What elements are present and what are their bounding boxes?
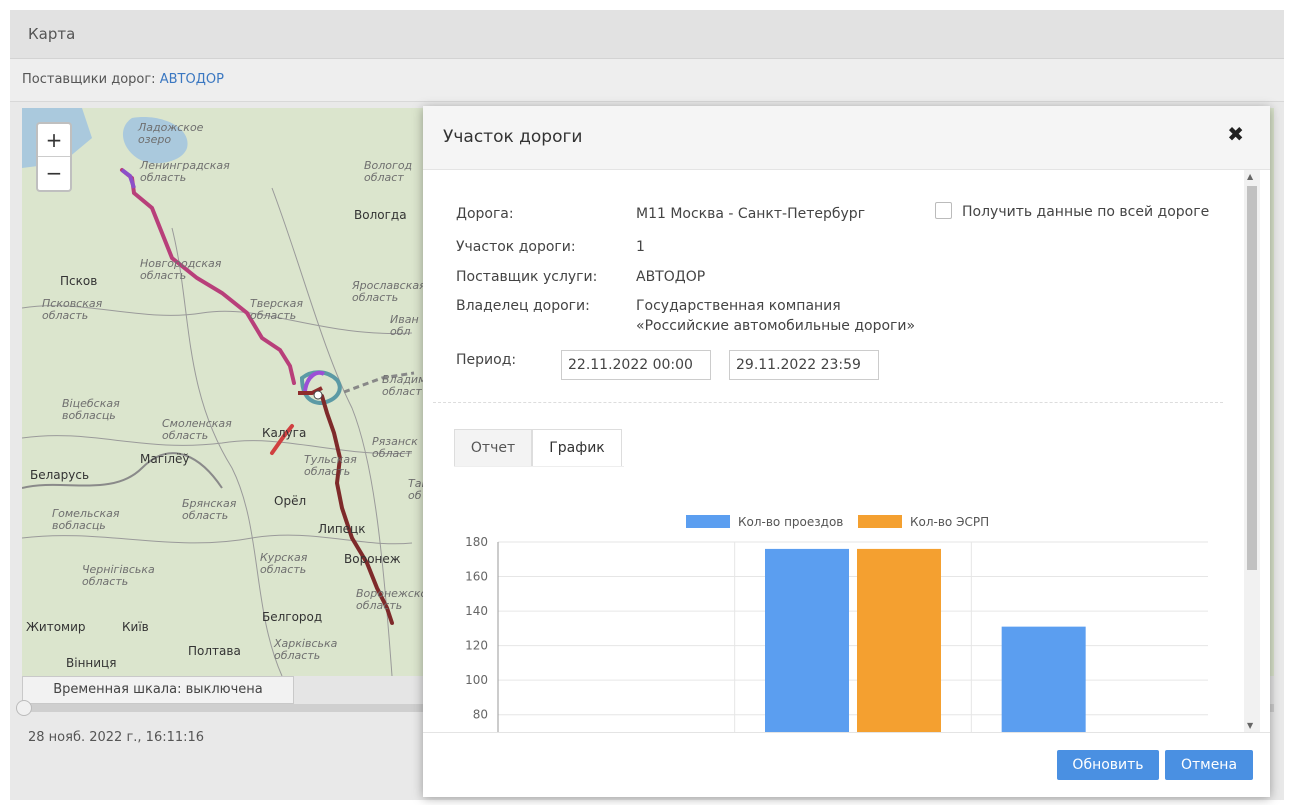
tab-underline <box>454 466 624 467</box>
map-label-ryazan: Рязанск област <box>372 435 418 460</box>
legend-swatch-esrp <box>858 515 902 528</box>
y-tick-label: 140 <box>465 604 488 618</box>
moscow-marker <box>313 390 323 400</box>
bar <box>1001 626 1086 732</box>
road-label: Дорога: <box>456 206 514 222</box>
whole-road-checkbox[interactable] <box>935 202 952 219</box>
cancel-button[interactable]: Отмена <box>1165 750 1253 780</box>
map-city-pskov: Псков <box>60 274 98 288</box>
divider <box>433 402 1223 403</box>
period-label: Период: <box>456 352 517 368</box>
whole-road-checkbox-row[interactable]: Получить данные по всей дороге <box>935 202 1209 220</box>
map-timestamp: 28 нояб. 2022 г., 16:11:16 <box>28 730 205 745</box>
period-from-input[interactable] <box>561 350 711 380</box>
map-city-kiev: Київ <box>122 620 149 634</box>
modal-scrollbar[interactable]: ▲ ▼ <box>1244 170 1260 732</box>
map-city-kaluga: Калуга <box>262 426 307 440</box>
map-city-orel: Орёл <box>274 494 307 508</box>
map-city-vinnitsa: Вінниця <box>66 656 117 670</box>
map-city-voronezh: Воронеж <box>344 552 401 566</box>
y-tick-label: 160 <box>465 570 488 584</box>
map-city-belgorod: Белгород <box>262 610 323 624</box>
tab-report[interactable]: Отчет <box>454 429 532 467</box>
map-label-novgorod-obl: Новгородская область <box>140 257 222 282</box>
legend-label-trips: Кол-во проездов <box>738 515 844 529</box>
providers-label: Поставщики дорог: АВТОДОР <box>22 72 224 87</box>
close-icon[interactable]: ✖ <box>1227 122 1244 146</box>
page-title: Карта <box>28 25 76 43</box>
modal-header: Участок дороги ✖ <box>423 106 1270 170</box>
header-bar: Карта <box>10 10 1284 59</box>
zoom-in-button[interactable]: + <box>38 124 70 156</box>
road-value: М11 Москва - Санкт-Петербург <box>636 206 866 222</box>
legend-item-esrp[interactable]: Кол-во ЭСРП <box>858 515 989 529</box>
map-label-kursk-obl: Курская область <box>260 551 308 576</box>
map-label-ivan: Иван обл <box>390 313 419 338</box>
owner-value: Государственная компания «Российские авто… <box>636 298 916 334</box>
map-label-pskov-obl: Псковская область <box>42 297 103 322</box>
map-label-voronezh-obl: Воронежско область <box>356 587 428 612</box>
bar-chart: 80 100 120 140 160 180 <box>465 535 1208 732</box>
map-label-vologda-obl: Вологод област <box>364 159 413 184</box>
y-tick-label: 80 <box>473 708 488 722</box>
y-tick-label: 120 <box>465 639 488 653</box>
map-city-poltava: Полтава <box>188 644 241 658</box>
period-to-input[interactable] <box>729 350 879 380</box>
map-label-vitebsk: Віцебская вобласць <box>62 397 120 422</box>
bar <box>857 548 941 732</box>
map-label-kharkov: Харківська область <box>274 637 338 662</box>
map-label-tver-obl: Тверская область <box>250 297 304 322</box>
zoom-control: + − <box>36 122 72 192</box>
owner-label: Владелец дороги: <box>456 298 590 314</box>
road-segment-modal: Участок дороги ✖ Дорога: М11 Москва - Са… <box>423 106 1270 797</box>
map-label-bryansk-obl: Брянская область <box>182 497 237 522</box>
whole-road-checkbox-label: Получить данные по всей дороге <box>962 204 1210 220</box>
map-label-yaroslavl-obl: Ярославская область <box>352 279 426 304</box>
legend-item-trips[interactable]: Кол-во проездов <box>686 515 843 529</box>
legend-swatch-trips <box>686 515 730 528</box>
map-label-leningrad-obl: Ленинградская область <box>140 159 230 184</box>
zoom-out-button[interactable]: − <box>38 156 70 189</box>
map-label-ladoga: Ладожское озеро <box>138 121 204 146</box>
y-tick-label: 180 <box>465 535 488 549</box>
map-label-tula-obl: Тульская область <box>304 453 357 478</box>
map-label-chernigov: Чернігівська область <box>82 563 155 588</box>
map-city-mogilev: Магілёў <box>140 452 190 466</box>
map-country-belarus: Беларусь <box>30 468 90 482</box>
timeline-knob[interactable] <box>16 700 32 716</box>
road-m11-start[interactable] <box>120 168 136 189</box>
bar <box>765 548 849 732</box>
map-label-gomel: Гомельская вобласць <box>52 507 120 532</box>
scroll-down-icon[interactable]: ▼ <box>1247 721 1253 730</box>
modal-title: Участок дороги <box>443 127 583 147</box>
timeline-toggle-button[interactable]: Временная шкала: выключена <box>22 676 294 704</box>
map-city-vologda: Вологда <box>354 208 407 222</box>
provider-value: АВТОДОР <box>636 269 706 285</box>
chart-area: Кол-во проездов Кол-во ЭСРП 80 100 120 140 1… <box>458 515 1218 732</box>
legend-label-esrp: Кол-во ЭСРП <box>910 515 990 529</box>
segment-label: Участок дороги: <box>456 239 576 255</box>
tab-chart[interactable]: График <box>532 429 622 467</box>
map-city-zhitomir: Житомир <box>26 620 86 634</box>
modal-footer: Обновить Отмена <box>423 732 1270 797</box>
scroll-thumb[interactable] <box>1247 186 1257 570</box>
provider-label: Поставщик услуги: <box>456 269 598 285</box>
scroll-up-icon[interactable]: ▲ <box>1247 172 1253 181</box>
segment-value: 1 <box>636 239 645 255</box>
providers-bar: Поставщики дорог: АВТОДОР <box>10 59 1284 102</box>
modal-body[interactable]: Дорога: М11 Москва - Санкт-Петербург Пол… <box>423 170 1270 732</box>
map-city-lipetsk: Липецк <box>318 522 366 536</box>
map-label-smolensk-obl: Смоленская область <box>162 417 232 442</box>
y-tick-label: 100 <box>465 673 488 687</box>
provider-link[interactable]: АВТОДОР <box>160 72 224 87</box>
refresh-button[interactable]: Обновить <box>1057 750 1159 780</box>
